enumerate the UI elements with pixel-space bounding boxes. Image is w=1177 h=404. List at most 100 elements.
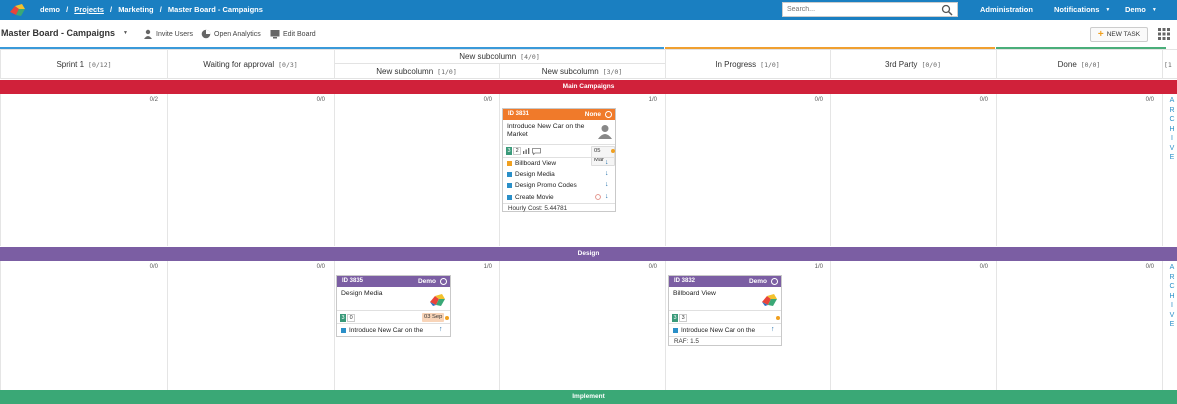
breadcrumb-marketing[interactable]: Marketing xyxy=(118,5,153,14)
archive-letter: E xyxy=(1169,154,1175,161)
column-name: Done xyxy=(1057,60,1077,69)
nav-administration[interactable]: Administration xyxy=(980,5,1033,14)
column-header-done[interactable]: Done [0/0] xyxy=(996,60,1162,69)
nav-user-label: Demo xyxy=(1125,5,1146,14)
task-card[interactable]: ID 3832 Demo Billboard View 3 3 Introduc… xyxy=(668,275,782,346)
cell-count: 1/0 xyxy=(648,97,657,103)
column-name: Waiting for approval xyxy=(203,60,275,69)
gear-icon[interactable] xyxy=(605,111,612,118)
parent-task-link[interactable]: Introduce New Car on the xyxy=(341,327,423,334)
divider xyxy=(0,94,1,246)
gear-icon[interactable] xyxy=(771,278,778,285)
search-icon[interactable] xyxy=(941,4,953,16)
apps-grid-icon[interactable] xyxy=(1158,28,1170,40)
archive-vertical-link[interactable]: A R C H I V E xyxy=(1167,96,1177,163)
priority-badge: 3 xyxy=(672,314,679,322)
column-name: New subcolumn xyxy=(541,67,599,76)
cell-count: 0/0 xyxy=(149,264,158,270)
arrow-down-icon: ↓ xyxy=(605,170,609,177)
size-badge: 0 xyxy=(347,314,356,322)
card-meta: 3 0 xyxy=(340,314,357,322)
card-id[interactable]: ID 3832 xyxy=(674,278,695,284)
new-task-button[interactable]: + NEW TASK xyxy=(1090,27,1148,42)
column-header-sprint-1[interactable]: Sprint 1 [0/12] xyxy=(1,60,167,69)
comment-icon[interactable] xyxy=(532,147,542,155)
chevron-down-icon: ▼ xyxy=(1105,7,1111,14)
search-input[interactable] xyxy=(783,3,933,16)
column-header-new-subcolumn-group[interactable]: New subcolumn [4/0] xyxy=(334,52,665,61)
divider xyxy=(1162,49,1163,79)
subtask-color-icon xyxy=(507,195,512,200)
archive-letter: V xyxy=(1169,144,1175,152)
column-header-archive[interactable]: [1 xyxy=(1164,60,1177,69)
column-name: New subcolumn xyxy=(459,52,517,61)
column-name: New subcolumn xyxy=(376,67,434,76)
swimlane-header-main-campaigns[interactable]: Main Campaigns xyxy=(0,80,1177,94)
cell-count: 0/0 xyxy=(1145,264,1154,270)
archive-vertical-link[interactable]: A R C H I V E xyxy=(1167,263,1177,330)
swimlane-header-design[interactable]: Design xyxy=(0,247,1177,261)
card-id[interactable]: ID 3835 xyxy=(342,278,363,284)
divider xyxy=(830,261,831,390)
nav-user-menu[interactable]: Demo ▼ xyxy=(1125,5,1157,14)
divider xyxy=(996,49,997,79)
archive-letter: C xyxy=(1169,283,1175,290)
board-title[interactable]: Master Board - Campaigns xyxy=(1,28,115,38)
divider xyxy=(996,94,997,246)
priority-badge: 3 xyxy=(340,314,347,322)
divider xyxy=(499,261,500,390)
nav-notifications-label: Notifications xyxy=(1054,5,1100,14)
divider xyxy=(665,94,666,246)
subtask-item[interactable]: Design Media xyxy=(507,171,555,178)
card-owner: None xyxy=(584,111,601,118)
size-badge: 3 xyxy=(679,314,688,322)
subtask-item[interactable]: Billboard View xyxy=(507,160,556,167)
priority-badge: 3 xyxy=(506,147,513,155)
top-navigation-bar: demo / Projects / Marketing / Master Boa… xyxy=(0,0,1177,20)
divider xyxy=(830,49,831,79)
plus-icon: + xyxy=(1097,28,1104,40)
divider xyxy=(337,310,450,311)
divider xyxy=(669,310,781,311)
divider xyxy=(669,323,781,324)
divider xyxy=(334,261,335,390)
subtask-item[interactable]: Create Movie xyxy=(507,194,554,201)
column-count: [0/12] xyxy=(88,61,112,69)
open-analytics-button[interactable]: Open Analytics xyxy=(201,29,261,39)
column-header-new-subcolumn-2[interactable]: New subcolumn [3/0] xyxy=(499,67,665,76)
column-header-3rd-party[interactable]: 3rd Party [0/0] xyxy=(830,60,996,69)
column-header-waiting-for-approval[interactable]: Waiting for approval [0/3] xyxy=(167,60,334,69)
task-card[interactable]: ID 3831 None Introduce New Car on the Ma… xyxy=(502,108,616,212)
invite-users-button[interactable]: Invite Users xyxy=(143,29,193,39)
subtask-item[interactable]: Design Promo Codes xyxy=(507,182,577,189)
divider xyxy=(337,323,450,324)
divider xyxy=(334,49,335,79)
edit-board-button[interactable]: Edit Board xyxy=(270,29,316,39)
swimlane-header-implement[interactable]: Implement xyxy=(0,390,1177,404)
card-title[interactable]: Introduce New Car on the Market xyxy=(503,120,591,139)
app-logo-icon[interactable] xyxy=(9,3,26,17)
nav-notifications[interactable]: Notifications ▼ xyxy=(1054,5,1110,14)
breadcrumb-demo[interactable]: demo xyxy=(40,5,60,14)
gear-icon[interactable] xyxy=(440,278,447,285)
column-header-new-subcolumn-1[interactable]: New subcolumn [1/0] xyxy=(334,67,499,76)
card-header: ID 3835 Demo xyxy=(337,276,450,287)
column-header-in-progress[interactable]: In Progress [1/0] xyxy=(665,60,830,69)
card-meta: 3 2 xyxy=(506,147,542,155)
card-id[interactable]: ID 3831 xyxy=(508,111,529,117)
column-count: [3/0] xyxy=(602,68,623,76)
parent-color-icon xyxy=(341,328,346,333)
divider xyxy=(499,94,500,246)
breadcrumb-board[interactable]: Master Board - Campaigns xyxy=(168,5,263,14)
breadcrumb-projects[interactable]: Projects xyxy=(74,5,104,14)
parent-task-link[interactable]: Introduce New Car on the xyxy=(673,327,755,334)
parent-task-label: Introduce New Car on the xyxy=(681,327,756,334)
cell-count: 1/0 xyxy=(814,264,823,270)
column-name: In Progress xyxy=(715,60,757,69)
divider xyxy=(499,64,500,79)
chevron-down-icon[interactable]: ▼ xyxy=(123,30,128,36)
subtask-label: Design Promo Codes xyxy=(515,182,577,189)
arrow-up-icon: ↑ xyxy=(771,326,775,333)
arrow-up-icon: ↑ xyxy=(439,326,443,333)
task-card[interactable]: ID 3835 Demo Design Media 3 0 03 Sep Int… xyxy=(336,275,451,337)
